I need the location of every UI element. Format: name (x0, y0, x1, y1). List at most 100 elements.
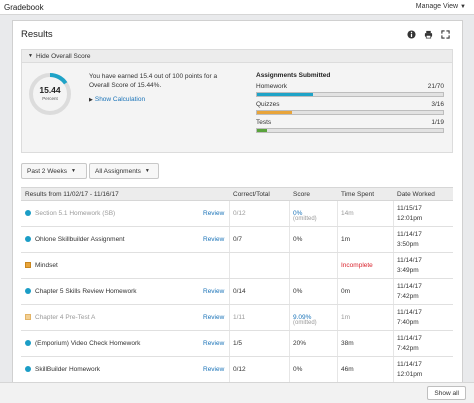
correct-total: 1/5 (233, 340, 243, 347)
assignment-name[interactable]: Chapter 4 Pre-Test A (35, 314, 95, 321)
homework-icon (25, 236, 31, 242)
filters: Past 2 Weeks ▼ All Assignments ▼ (21, 163, 159, 179)
omitted-note: (omitted) (293, 216, 317, 222)
show-all-button[interactable]: Show all (427, 386, 466, 400)
column-divider (393, 201, 394, 226)
table-row[interactable]: Chapter 4 Pre-Test A Review 1/11 9.09% (… (21, 305, 453, 331)
progress-count: 1/19 (431, 119, 444, 126)
date-worked: 11/14/17 (397, 231, 422, 238)
header-score: Score (293, 191, 310, 198)
time-spent: 14m (341, 210, 354, 217)
manage-view-label: Manage View (415, 3, 459, 10)
expand-icon[interactable] (441, 30, 450, 39)
table-row[interactable]: Mindset Incomplete 11/14/17 3:49pm (21, 253, 453, 279)
assignment-name[interactable]: Ohlone Skillbuilder Assignment (35, 236, 125, 243)
assignment-name[interactable]: SkillBuilder Homework (35, 366, 100, 373)
homework-icon (25, 366, 31, 372)
time-spent: 0m (341, 288, 351, 295)
assignment-type-select[interactable]: All Assignments ▼ (89, 163, 159, 179)
period-select[interactable]: Past 2 Weeks ▼ (21, 163, 87, 179)
table-row[interactable]: Section 5.1 Homework (SB) Review 0/12 0%… (21, 201, 453, 227)
results-panel: Results ▼ Hide Overall Score 15.44 Perce… (12, 20, 463, 383)
top-bar: Gradebook Manage View ▼ (0, 0, 474, 15)
column-divider (289, 331, 290, 356)
time-spent: Incomplete (341, 262, 373, 269)
assignment-type-value: All Assignments (95, 167, 141, 175)
chevron-down-icon: ▼ (70, 168, 76, 174)
review-link[interactable]: Review (203, 340, 224, 347)
homework-icon (25, 210, 31, 216)
progress-track (256, 128, 444, 133)
review-link[interactable]: Review (203, 210, 224, 217)
time-spent: 38m (341, 340, 354, 347)
time-spent: 1m (341, 314, 351, 321)
column-divider (229, 201, 230, 226)
time-worked: 7:42pm (397, 293, 419, 300)
column-divider (289, 305, 290, 330)
review-link[interactable]: Review (203, 236, 224, 243)
homework-icon (25, 340, 31, 346)
page-title: Results (21, 29, 53, 40)
caret-right-icon: ▶ (89, 97, 93, 103)
review-link[interactable]: Review (203, 288, 224, 295)
score-caption: Percent (42, 96, 58, 101)
chevron-down-icon: ▼ (460, 4, 466, 10)
time-spent: 1m (341, 236, 351, 243)
print-icon[interactable] (424, 30, 433, 39)
column-divider (393, 253, 394, 278)
app-title: Gradebook (4, 3, 44, 12)
date-worked: 11/14/17 (397, 335, 422, 342)
panel-toolbar (407, 30, 450, 39)
hide-overall-score-toggle[interactable]: ▼ Hide Overall Score (22, 50, 452, 63)
caret-down-icon: ▼ (28, 53, 33, 59)
quiz-icon (25, 262, 31, 268)
column-divider (337, 279, 338, 304)
show-calculation-link[interactable]: ▶ Show Calculation (89, 96, 145, 103)
header-date: Date Worked (397, 191, 435, 198)
column-divider (229, 279, 230, 304)
column-divider (289, 253, 290, 278)
column-divider (393, 331, 394, 356)
overall-score-section: ▼ Hide Overall Score 15.44 Percent You h… (21, 49, 453, 153)
table-row[interactable]: SkillBuilder Homework Review 0/12 0% 46m… (21, 357, 453, 383)
date-worked: 11/14/17 (397, 257, 422, 264)
bottom-bar: Show all (0, 382, 474, 403)
assignment-name[interactable]: (Emporium) Video Check Homework (35, 340, 140, 347)
column-divider (337, 305, 338, 330)
period-select-value: Past 2 Weeks (27, 167, 67, 175)
column-divider (393, 227, 394, 252)
table-row[interactable]: Ohlone Skillbuilder Assignment Review 0/… (21, 227, 453, 253)
assignments-submitted-title: Assignments Submitted (256, 72, 331, 79)
progress-count: 3/16 (431, 101, 444, 108)
chevron-down-icon: ▼ (144, 168, 150, 174)
table-row[interactable]: (Emporium) Video Check Homework Review 1… (21, 331, 453, 357)
review-link[interactable]: Review (203, 314, 224, 321)
info-icon[interactable] (407, 30, 416, 39)
date-worked: 11/14/17 (397, 283, 422, 290)
assignment-name[interactable]: Section 5.1 Homework (SB) (35, 210, 115, 217)
assignment-name[interactable]: Mindset (35, 262, 58, 269)
hide-overall-score-label: Hide Overall Score (35, 52, 91, 60)
correct-total: 0/12 (233, 210, 246, 217)
score-value: 15.44 (39, 85, 61, 95)
table-row[interactable]: Chapter 5 Skills Review Homework Review … (21, 279, 453, 305)
correct-total: 0/7 (233, 236, 243, 243)
results-table: Results from 11/02/17 - 11/16/17 Correct… (21, 187, 453, 383)
column-divider (337, 331, 338, 356)
progress-label: Tests (256, 119, 272, 126)
manage-view-menu[interactable]: Manage View ▼ (416, 3, 466, 10)
score-value: 0% (293, 236, 303, 243)
column-divider (289, 357, 290, 382)
time-worked: 7:42pm (397, 345, 419, 352)
progress-fill (257, 111, 292, 114)
progress-track (256, 110, 444, 115)
correct-total: 1/11 (233, 314, 246, 321)
table-body: Section 5.1 Homework (SB) Review 0/12 0%… (21, 201, 453, 383)
review-link[interactable]: Review (203, 366, 224, 373)
omitted-note: (omitted) (293, 320, 317, 326)
assignment-name[interactable]: Chapter 5 Skills Review Homework (35, 288, 137, 295)
score-value: 0% (293, 288, 303, 295)
progress-fill (257, 129, 267, 132)
show-calculation-label: Show Calculation (94, 96, 146, 103)
time-worked: 12:01pm (397, 371, 423, 378)
